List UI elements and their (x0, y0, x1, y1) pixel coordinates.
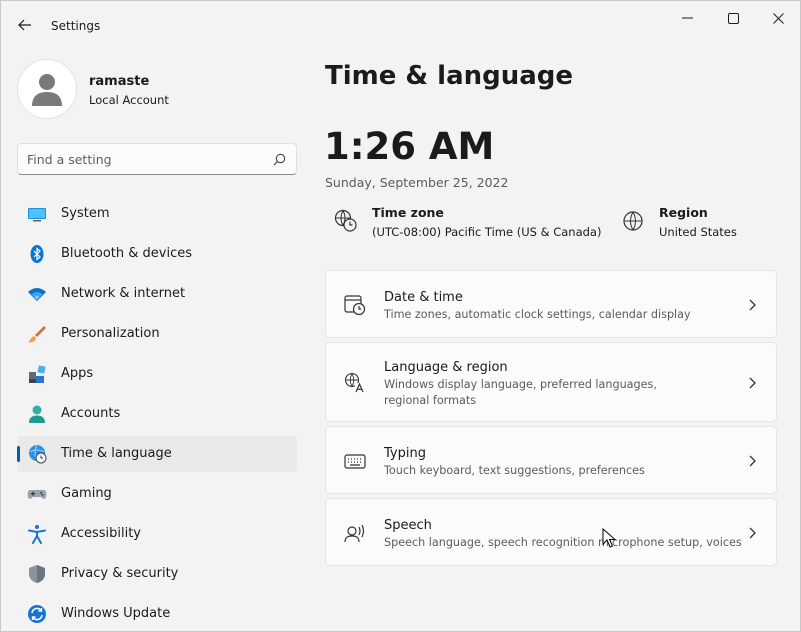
search-box[interactable] (17, 143, 297, 175)
bluetooth-icon (30, 245, 44, 263)
sidebar-item-windows-update[interactable]: Windows Update (17, 596, 297, 631)
search-icon[interactable] (273, 153, 286, 166)
sidebar-item-label: Accounts (61, 406, 121, 421)
sidebar-item-label: Windows Update (61, 606, 171, 621)
shield-icon (29, 565, 45, 583)
card-title: Language & region (384, 360, 508, 375)
sidebar-item-label: Apps (61, 366, 94, 381)
accessibility-icon (28, 525, 46, 544)
sidebar-item-accessibility[interactable]: Accessibility (17, 516, 297, 552)
language-icon (344, 372, 365, 393)
card-speech[interactable]: Speech Speech language, speech recogniti… (325, 498, 777, 566)
brush-icon (28, 326, 46, 343)
title-bar: Settings (1, 1, 800, 49)
minimize-icon (681, 17, 693, 19)
user-name: ramaste (89, 74, 150, 89)
calendar-clock-icon (344, 295, 366, 316)
card-typing[interactable]: Typing Touch keyboard, text suggestions,… (325, 426, 777, 494)
card-description: Touch keyboard, text suggestions, prefer… (384, 464, 645, 477)
timezone-title: Time zone (372, 205, 444, 220)
sidebar-item-personalization[interactable]: Personalization (17, 316, 297, 352)
settings-window: Settings ramaste Local Account Find a se… (0, 0, 801, 632)
card-date-time[interactable]: Date & time Time zones, automatic clock … (325, 270, 777, 338)
sidebar-item-gaming[interactable]: Gaming (17, 476, 297, 512)
sidebar-item-system[interactable]: System (17, 196, 297, 232)
sidebar-item-label: Gaming (61, 486, 112, 501)
region-value: United States (659, 225, 737, 239)
app-title: Settings (51, 19, 101, 33)
avatar[interactable] (17, 59, 77, 119)
speech-icon (344, 524, 365, 543)
minimize-button[interactable] (664, 1, 710, 35)
timezone-value: (UTC-08:00) Pacific Time (US & Canada) (372, 225, 602, 239)
card-title: Speech (384, 518, 432, 533)
globe-clock-icon (29, 444, 47, 464)
current-date: Sunday, September 25, 2022 (325, 175, 509, 190)
sidebar-item-label: Accessibility (61, 526, 141, 541)
apps-icon (29, 365, 46, 383)
chevron-right-icon (749, 299, 756, 311)
card-description: Time zones, automatic clock settings, ca… (384, 308, 691, 321)
current-time: 1:26 AM (324, 125, 495, 168)
card-description: Windows display language, preferred lang… (384, 378, 657, 407)
timezone-icon (334, 209, 357, 232)
card-title: Typing (384, 446, 426, 461)
chevron-right-icon (749, 455, 756, 467)
sidebar-item-bluetooth[interactable]: Bluetooth & devices (17, 236, 297, 272)
wifi-icon (28, 288, 46, 301)
page-title: Time & language (325, 61, 574, 91)
update-icon (28, 605, 46, 623)
sidebar-item-label: Privacy & security (61, 566, 179, 581)
sidebar-item-label: Bluetooth & devices (61, 246, 192, 261)
card-title: Date & time (384, 290, 463, 305)
system-icon (28, 208, 46, 222)
sidebar-nav: System Bluetooth & devices Network & int… (17, 196, 297, 631)
close-button[interactable] (755, 1, 800, 35)
sidebar-item-label: System (61, 206, 110, 221)
sidebar-item-network[interactable]: Network & internet (17, 276, 297, 312)
keyboard-icon (344, 454, 366, 469)
sidebar-item-time-language[interactable]: Time & language (17, 436, 297, 472)
region-globe-icon (623, 211, 643, 231)
accounts-icon (29, 405, 45, 423)
mouse-cursor-icon (602, 528, 616, 548)
sidebar-item-label: Time & language (61, 446, 172, 461)
chevron-right-icon (749, 377, 756, 389)
maximize-icon (727, 12, 739, 24)
back-arrow-icon (18, 19, 31, 31)
user-icon (32, 74, 62, 106)
sidebar-item-privacy[interactable]: Privacy & security (17, 556, 297, 592)
card-description: Speech language, speech recognition micr… (384, 536, 742, 549)
card-language-region[interactable]: Language & region Windows display langua… (325, 342, 777, 422)
sidebar-item-accounts[interactable]: Accounts (17, 396, 297, 432)
gamepad-icon (27, 490, 47, 499)
search-input[interactable] (27, 150, 267, 168)
chevron-right-icon (749, 527, 756, 539)
account-type: Local Account (89, 93, 169, 107)
back-button[interactable] (13, 13, 37, 37)
sidebar-item-label: Personalization (61, 326, 160, 341)
region-title: Region (659, 205, 708, 220)
sidebar-item-label: Network & internet (61, 286, 186, 301)
maximize-button[interactable] (710, 1, 756, 35)
sidebar-item-apps[interactable]: Apps (17, 356, 297, 392)
close-icon (772, 12, 784, 24)
